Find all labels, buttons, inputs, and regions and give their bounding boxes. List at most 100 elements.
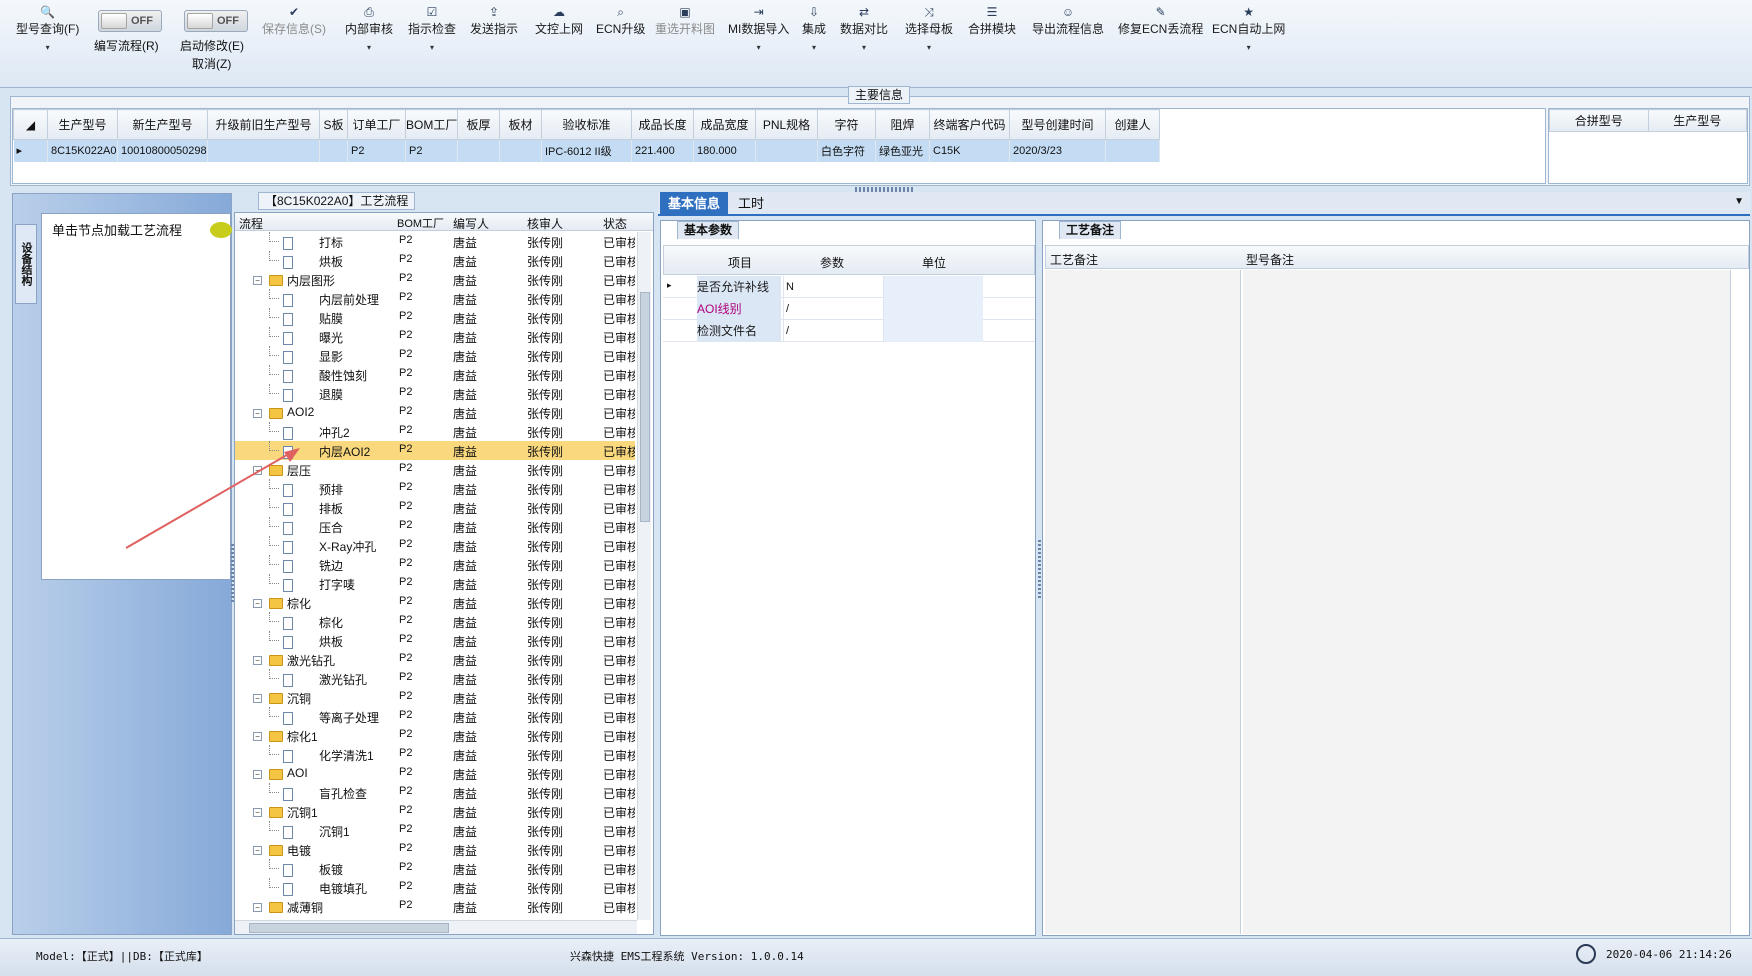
main-col-header[interactable]: 成品长度 [631,109,694,140]
merge-col-header[interactable]: 生产型号 [1647,109,1747,132]
notes-col-process[interactable]: 工艺备注 [1050,251,1098,268]
flow-row[interactable]: − 沉铜 P2 唐益 张传刚 已审核 [235,688,635,707]
flow-col-name[interactable]: 流程 [239,215,263,232]
tab-hours[interactable]: 工时 [730,192,772,216]
main-row[interactable]: ▸ 8C15K022A0 10010800050298 P2 P2 IPC-6012 II… [13,139,1160,162]
toolbar-button-14[interactable]: ✎ 修复ECN丢流程 [1118,4,1203,37]
flow-row[interactable]: 电镀填孔 P2 唐益 张传刚 已审核 [235,878,635,897]
flow-row[interactable]: 内层前处理 P2 唐益 张传刚 已审核 [235,289,635,308]
main-cell[interactable]: 10010800050298 [117,139,208,162]
chevron-down-icon[interactable]: ▾ [1212,43,1285,52]
flow-row[interactable]: − 电镀 P2 唐益 张传刚 已审核 [235,840,635,859]
vertical-tab[interactable]: 设备结构 [15,224,37,304]
flow-col-status[interactable]: 状态 [603,215,627,232]
flow-row[interactable]: 沉铜1 P2 唐益 张传刚 已审核 [235,821,635,840]
main-cell[interactable]: 180.000 [693,139,756,162]
tab-dropdown-icon[interactable]: ▼ [1734,196,1744,207]
main-col-header[interactable]: 升级前旧生产型号 [207,109,320,140]
main-col-header[interactable]: 终端客户代码 [929,109,1010,140]
main-col-header[interactable]: 型号创建时间 [1009,109,1106,140]
main-col-header[interactable]: 字符 [817,109,876,140]
main-col-header[interactable]: 创建人 [1105,109,1160,140]
main-cell[interactable]: 221.400 [631,139,694,162]
toolbar-button-8[interactable]: ⇥ MI数据导入 ▾ [728,4,789,52]
toolbar-button-0[interactable]: 🔍 型号查询(F) ▾ [16,4,79,52]
flow-hscroll-thumb[interactable] [249,923,449,933]
flow-row[interactable]: 烘板 P2 唐益 张传刚 已审核 [235,251,635,270]
toolbar-button-11[interactable]: ⤨ 选择母板 ▾ [905,4,953,52]
param-row[interactable]: AOI线别 / [663,298,1035,320]
param-unit[interactable] [883,298,983,320]
main-cell[interactable]: IPC-6012 II级 [541,139,632,162]
chevron-down-icon[interactable]: ▾ [905,43,953,52]
flow-row[interactable]: 冲孔2 P2 唐益 张传刚 已审核 [235,422,635,441]
flow-row[interactable]: 贴膜 P2 唐益 张传刚 已审核 [235,308,635,327]
param-col-unit[interactable]: 单位 [922,254,946,271]
main-col-header[interactable]: 订单工厂 [347,109,406,140]
main-col-header[interactable]: 板材 [499,109,542,140]
model-notes-area[interactable] [1243,270,1731,934]
flow-row[interactable]: − 沉铜1 P2 唐益 张传刚 已审核 [235,802,635,821]
main-cell[interactable] [207,139,320,162]
toolbar-button-3[interactable]: ☑ 指示检查 ▾ [408,4,456,52]
flow-row[interactable]: − 棕化 P2 唐益 张传刚 已审核 [235,593,635,612]
tab-basic-info[interactable]: 基本信息 [660,192,729,216]
main-col-header[interactable]: 验收标准 [541,109,632,140]
flow-row[interactable]: 显影 P2 唐益 张传刚 已审核 [235,346,635,365]
flow-col-writer[interactable]: 编写人 [453,215,489,232]
toolbar-button-10[interactable]: ⇄ 数据对比 ▾ [840,4,888,52]
main-col-header[interactable]: 生产型号 [47,109,118,140]
param-unit[interactable] [883,320,983,342]
toolbar-button-2[interactable]: ⎙ 内部审核 ▾ [345,4,393,52]
flow-row[interactable]: 酸性蚀刻 P2 唐益 张传刚 已审核 [235,365,635,384]
main-cell[interactable] [319,139,348,162]
flow-row[interactable]: 激光钻孔 P2 唐益 张传刚 已审核 [235,669,635,688]
flow-row[interactable]: 盲孔检查 P2 唐益 张传刚 已审核 [235,783,635,802]
flow-row[interactable]: − 减薄铜 P2 唐益 张传刚 已审核 [235,897,635,916]
main-col-header[interactable]: 板厚 [457,109,500,140]
main-cell[interactable] [457,139,500,162]
toggle-switch-1[interactable]: OFF [184,10,248,32]
main-cell[interactable]: C15K [929,139,1010,162]
flow-row[interactable]: − 内层图形 P2 唐益 张传刚 已审核 [235,270,635,289]
chevron-down-icon[interactable]: ▾ [840,43,888,52]
param-value[interactable]: N [783,276,883,298]
flow-hscroll[interactable] [235,920,637,934]
param-value[interactable]: / [783,320,883,342]
chevron-down-icon[interactable]: ▾ [728,43,789,52]
toolbar-button-15[interactable]: ★ ECN自动上网 ▾ [1212,4,1285,52]
main-cell[interactable]: P2 [405,139,458,162]
flow-row[interactable]: − AOI2 P2 唐益 张传刚 已审核 [235,403,635,422]
main-cell[interactable]: 2020/3/23 [1009,139,1106,162]
toolbar-button-9[interactable]: ⇩ 集成 ▾ [802,4,826,52]
flow-row[interactable]: 退膜 P2 唐益 张传刚 已审核 [235,384,635,403]
main-col-header[interactable]: PNL规格 [755,109,818,140]
main-col-header[interactable]: BOM工厂 [405,109,458,140]
flow-row[interactable]: 棕化 P2 唐益 张传刚 已审核 [235,612,635,631]
main-cell[interactable]: 8C15K022A0 [47,139,118,162]
main-cell[interactable] [1105,139,1160,162]
flow-row[interactable]: 板镀 P2 唐益 张传刚 已审核 [235,859,635,878]
param-col-value[interactable]: 参数 [820,254,844,271]
flow-row[interactable]: − AOI P2 唐益 张传刚 已审核 [235,764,635,783]
main-cell[interactable]: 白色字符 [817,139,876,162]
toolbar-button-6[interactable]: ⌕ ECN升级 [596,4,645,37]
merge-col-header[interactable]: 合拼型号 [1549,109,1649,132]
toolbar-button-4[interactable]: ⇪ 发送指示 [470,4,518,37]
notes-col-model[interactable]: 型号备注 [1246,251,1294,268]
flow-row[interactable]: 烘板 P2 唐益 张传刚 已审核 [235,631,635,650]
main-col-header[interactable]: 成品宽度 [693,109,756,140]
toolbar-button-12[interactable]: ☰ 合拼模块 [968,4,1016,37]
chevron-down-icon[interactable]: ▾ [802,43,826,52]
main-col-header[interactable]: S板 [319,109,348,140]
main-cell[interactable]: P2 [347,139,406,162]
flow-col-bom[interactable]: BOM工厂 [397,215,444,231]
flow-col-reviewer[interactable]: 核审人 [527,215,563,232]
flow-row[interactable]: 等离子处理 P2 唐益 张传刚 已审核 [235,707,635,726]
flow-vscroll-thumb[interactable] [640,292,650,522]
flow-row[interactable]: − 棕化1 P2 唐益 张传刚 已审核 [235,726,635,745]
main-cell[interactable] [499,139,542,162]
flow-row[interactable]: − 激光钻孔 P2 唐益 张传刚 已审核 [235,650,635,669]
param-row[interactable]: 检测文件名 / [663,320,1035,342]
mid-splitter[interactable] [1038,540,1041,600]
